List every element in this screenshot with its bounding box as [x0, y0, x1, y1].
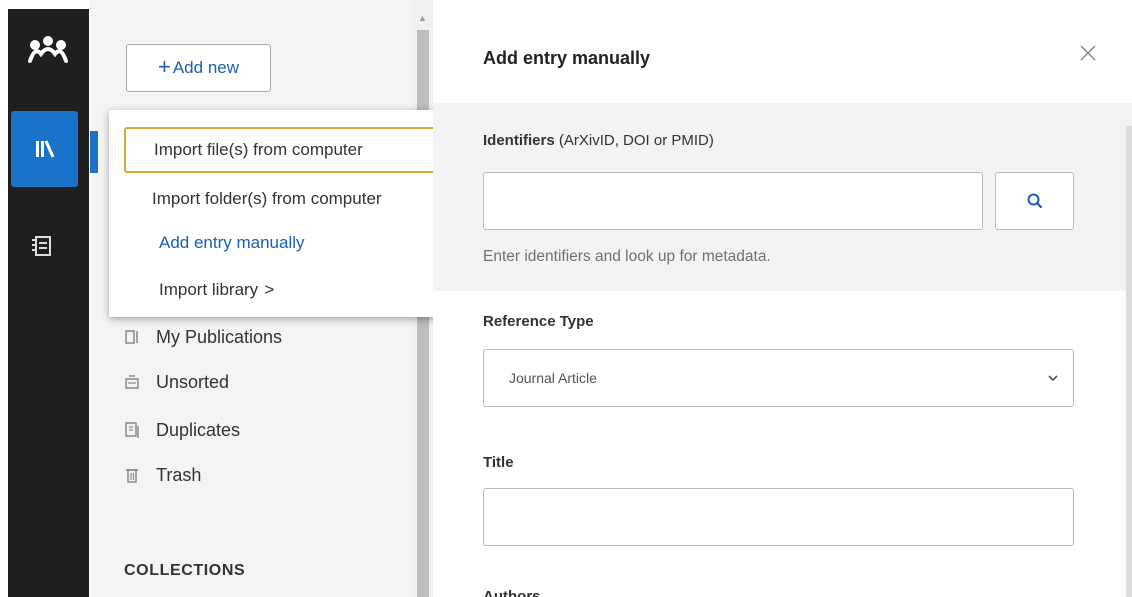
trash-icon — [126, 469, 138, 483]
chevron-down-icon — [1048, 375, 1058, 382]
add-new-label: Add new — [172, 58, 240, 77]
add-new-button[interactable]: + Add new — [126, 44, 271, 92]
unsorted-icon — [125, 375, 139, 389]
sidebar-item-label: My Publications — [156, 326, 283, 347]
scroll-up-arrow-icon[interactable]: ▲ — [418, 13, 427, 23]
add-entry-panel: Add entry manually Identifiers (ArXivID,… — [433, 0, 1132, 597]
identifiers-label: Identifiers (ArXivID, DOI or PMID) — [483, 132, 714, 149]
app-rail — [0, 0, 90, 597]
publications-icon — [125, 330, 138, 344]
reference-type-value: Journal Article — [509, 370, 597, 386]
authors-label: Authors — [483, 588, 541, 597]
title-input[interactable] — [483, 488, 1074, 546]
library-nav-button[interactable] — [11, 111, 78, 187]
menu-item-add-entry-manually[interactable]: Add entry manually — [124, 220, 446, 266]
menu-item-label: Import folder(s) from computer — [152, 189, 382, 208]
menu-item-import-folders[interactable]: Import folder(s) from computer — [124, 176, 446, 222]
sidebar-item-label: Duplicates — [156, 419, 241, 440]
lookup-hint: Enter identifiers and look up for metada… — [483, 248, 771, 265]
add-new-menu: Import file(s) from computer Import fold… — [109, 110, 460, 317]
panel-title: Add entry manually — [483, 48, 651, 68]
sidebar-item-trash[interactable]: Trash — [124, 460, 201, 490]
sidebar-item-label: Unsorted — [156, 371, 230, 392]
title-label: Title — [483, 454, 514, 471]
close-icon[interactable] — [1078, 43, 1098, 63]
chevron-right-icon: > — [264, 280, 275, 299]
collections-heading: COLLECTIONS — [124, 562, 246, 579]
menu-item-label: Import file(s) from computer — [154, 140, 363, 159]
search-icon — [1027, 193, 1042, 209]
library-icon — [35, 140, 54, 158]
panel-scrollbar[interactable] — [1126, 126, 1132, 597]
plus-icon: + — [157, 54, 171, 79]
reference-type-label: Reference Type — [483, 313, 594, 330]
duplicates-icon — [125, 422, 139, 438]
identifiers-input[interactable] — [483, 172, 983, 230]
sidebar-item-unsorted[interactable]: Unsorted — [124, 367, 229, 397]
menu-item-label: Import library — [159, 280, 259, 299]
lookup-button[interactable] — [995, 172, 1074, 230]
menu-item-label: Add entry manually — [159, 233, 305, 252]
identifiers-section: Identifiers (ArXivID, DOI or PMID) Enter… — [433, 103, 1132, 291]
rail-background — [8, 9, 89, 597]
selected-item-indicator — [90, 131, 98, 173]
notebook-icon[interactable] — [29, 231, 55, 261]
mendeley-logo-icon[interactable] — [27, 34, 69, 64]
sidebar-item-my-publications[interactable]: My Publications — [124, 322, 282, 352]
sidebar-item-duplicates[interactable]: Duplicates — [124, 415, 240, 445]
menu-item-import-library[interactable]: Import library > — [124, 267, 446, 313]
sidebar-item-label: Trash — [156, 464, 202, 485]
menu-item-import-files[interactable]: Import file(s) from computer — [124, 127, 446, 173]
reference-type-select[interactable]: Journal Article — [483, 349, 1074, 407]
